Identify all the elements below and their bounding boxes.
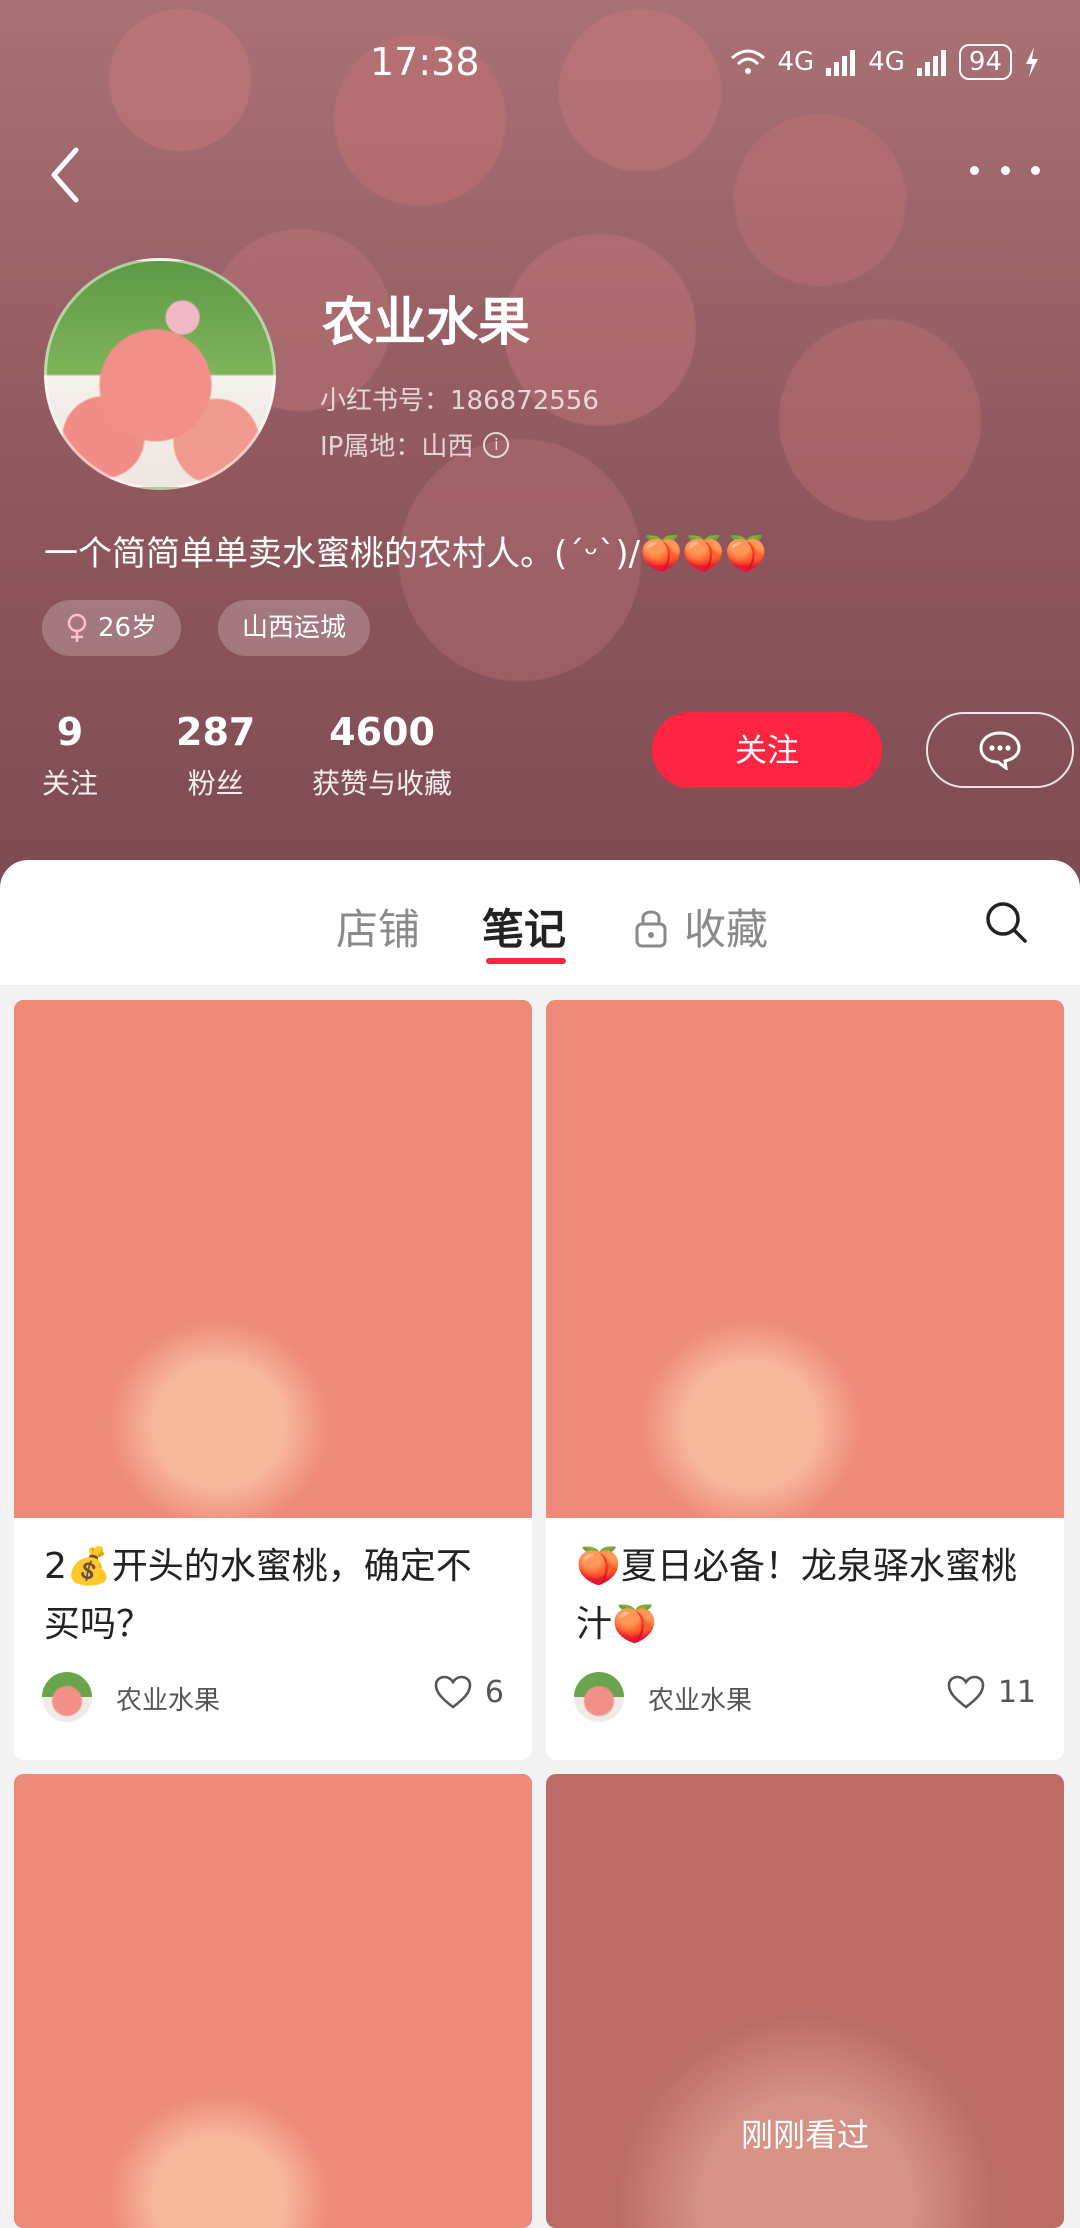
author-name[interactable]: 农业水果 bbox=[648, 1680, 752, 1717]
chat-icon bbox=[979, 731, 1021, 770]
wifi-icon bbox=[730, 49, 765, 74]
stat-followers[interactable]: 287 粉丝 bbox=[176, 710, 255, 802]
stat-following[interactable]: 9 关注 bbox=[42, 710, 98, 802]
network-label-1: 4G bbox=[777, 47, 815, 77]
note-card[interactable]: 🍑夏日必备！龙泉驿水蜜桃汁🍑 农业水果 11 bbox=[546, 1000, 1064, 1760]
note-footer: 农业水果 11 bbox=[546, 1658, 1064, 1758]
heart-icon bbox=[434, 1675, 472, 1709]
heart-icon bbox=[947, 1675, 985, 1709]
profile-avatar[interactable] bbox=[44, 258, 276, 490]
back-arrow-icon bbox=[51, 147, 79, 203]
more-button[interactable] bbox=[970, 155, 1040, 185]
stat-value: 9 bbox=[56, 710, 84, 754]
profile-bio: 一个简简单单卖水蜜桃的农村人。(ˊᵕˋ)/🍑🍑🍑 bbox=[44, 534, 768, 574]
stat-label: 获赞与收藏 bbox=[312, 767, 453, 800]
profile-name: 农业水果 bbox=[322, 293, 531, 353]
info-icon[interactable]: i bbox=[483, 431, 510, 458]
red-id: 小红书号：186872556 bbox=[320, 386, 599, 416]
note-card[interactable]: 刚刚看过 bbox=[546, 1774, 1064, 2228]
battery-level: 94 bbox=[958, 44, 1012, 80]
search-button[interactable] bbox=[982, 898, 1030, 950]
tab-notes[interactable]: 笔记 bbox=[482, 896, 566, 957]
like-button[interactable]: 11 bbox=[946, 1674, 1036, 1710]
stat-label: 粉丝 bbox=[187, 767, 244, 800]
signal-icon bbox=[916, 50, 946, 76]
stat-likes-and-saves[interactable]: 4600 获赞与收藏 bbox=[312, 710, 452, 802]
status-time: 17:38 bbox=[370, 40, 480, 84]
female-icon bbox=[67, 613, 87, 642]
lock-icon bbox=[635, 910, 667, 947]
age-tag: 26岁 bbox=[42, 600, 182, 656]
stat-value: 287 bbox=[176, 710, 256, 754]
author-name[interactable]: 农业水果 bbox=[116, 1680, 220, 1717]
note-cover-image: 刚刚看过 bbox=[546, 1774, 1064, 2228]
note-cover-image bbox=[14, 1774, 532, 2228]
network-label-2: 4G bbox=[868, 47, 905, 77]
tab-favorites-label: 收藏 bbox=[684, 905, 769, 954]
search-icon bbox=[986, 902, 1027, 943]
like-button[interactable]: 6 bbox=[433, 1674, 504, 1710]
tab-favorites[interactable]: 收藏 bbox=[634, 896, 768, 957]
location-tag: 山西运城 bbox=[218, 600, 371, 656]
stat-label: 关注 bbox=[42, 767, 99, 800]
age-text: 26岁 bbox=[98, 613, 158, 643]
charging-icon bbox=[1026, 47, 1038, 77]
back-button[interactable] bbox=[40, 140, 90, 210]
follow-button[interactable]: 关注 bbox=[652, 712, 882, 788]
ip-location-text: IP属地：山西 bbox=[320, 432, 474, 462]
ip-location: IP属地：山西 i bbox=[320, 426, 510, 463]
like-count: 6 bbox=[484, 1674, 504, 1710]
note-card[interactable] bbox=[14, 1774, 532, 2228]
note-cover-image bbox=[14, 1000, 532, 1518]
author-avatar[interactable] bbox=[574, 1672, 624, 1722]
message-button[interactable] bbox=[926, 712, 1074, 788]
active-tab-indicator bbox=[486, 958, 566, 964]
stat-value: 4600 bbox=[329, 710, 435, 754]
note-title: 🍑夏日必备！龙泉驿水蜜桃汁🍑 bbox=[576, 1546, 1017, 1645]
recently-viewed-label: 刚刚看过 bbox=[740, 2116, 869, 2154]
more-icon bbox=[970, 165, 979, 175]
profile-tab-bar: 店铺 笔记 收藏 bbox=[0, 860, 1080, 986]
signal-icon bbox=[826, 50, 856, 76]
note-card[interactable]: 2💰开头的水蜜桃，确定不买吗？ 农业水果 6 bbox=[14, 1000, 532, 1760]
note-cover-image bbox=[546, 1000, 1064, 1518]
author-avatar[interactable] bbox=[42, 1672, 92, 1722]
note-footer: 农业水果 6 bbox=[14, 1658, 532, 1758]
profile-header: 17:38 4G 4G 94 农业水果 小红书号：186872556 IP属地：… bbox=[0, 0, 1080, 900]
note-title: 2💰开头的水蜜桃，确定不买吗？ bbox=[44, 1546, 472, 1645]
tab-shop[interactable]: 店铺 bbox=[336, 896, 420, 957]
like-count: 11 bbox=[997, 1674, 1036, 1710]
status-icons: 4G 4G 94 bbox=[730, 44, 1041, 80]
